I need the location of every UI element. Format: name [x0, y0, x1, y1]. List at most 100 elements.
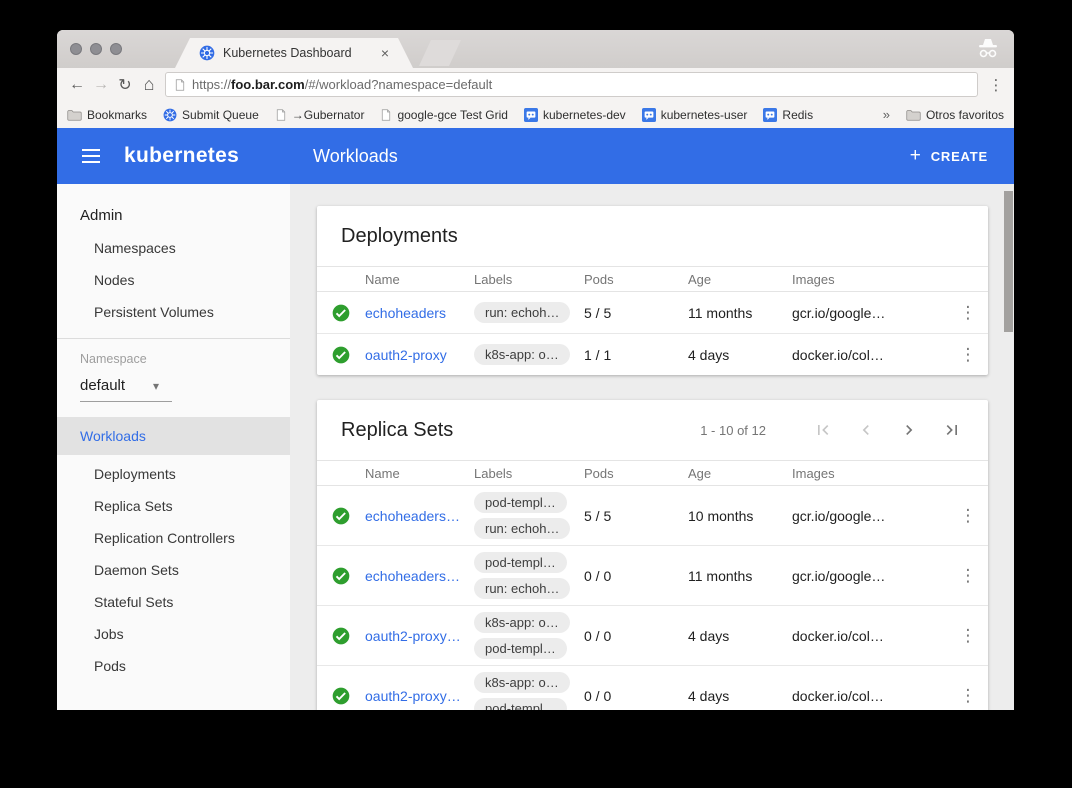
url-text: https://foo.bar.com/#/workload?namespace…: [192, 77, 492, 92]
forward-button[interactable]: →: [89, 76, 113, 94]
replica-sets-card: Replica Sets 1 - 10 of 12 Name Labels: [317, 400, 988, 710]
sidebar-item-replication-controllers[interactable]: Replication Controllers: [57, 522, 290, 554]
bookmark-item[interactable]: →Gubernator: [275, 108, 365, 122]
bookmark-item[interactable]: Redis: [763, 108, 813, 122]
previous-page-button[interactable]: [854, 418, 878, 442]
column-header-name: Name: [365, 466, 474, 481]
url-input[interactable]: https://foo.bar.com/#/workload?namespace…: [165, 72, 978, 97]
hamburger-menu-icon[interactable]: [82, 149, 100, 163]
tab-close-icon[interactable]: ×: [381, 45, 389, 61]
status-ok-icon: [331, 303, 351, 323]
resource-link[interactable]: oauth2-proxy: [365, 347, 474, 363]
sidebar-divider: [57, 338, 290, 339]
sidebar-item-pods[interactable]: Pods: [57, 650, 290, 682]
bookmark-item[interactable]: google-gce Test Grid: [380, 108, 508, 122]
status-ok-icon: [331, 626, 351, 646]
resource-link[interactable]: oauth2-proxy…: [365, 688, 474, 704]
label-chip: pod-templ…: [474, 552, 567, 573]
create-button[interactable]: + CREATE: [910, 145, 988, 167]
resource-link[interactable]: oauth2-proxy…: [365, 628, 474, 644]
bookmark-item[interactable]: Submit Queue: [163, 108, 259, 122]
page-icon: [174, 78, 186, 92]
age-cell: 11 months: [688, 568, 792, 584]
next-page-button[interactable]: [897, 418, 921, 442]
column-header-pods: Pods: [584, 272, 688, 287]
sidebar: Admin Namespaces Nodes Persistent Volume…: [57, 184, 290, 710]
status-ok-icon: [331, 506, 351, 526]
folder-icon: [906, 109, 921, 121]
replica-sets-table-header: Name Labels Pods Age Images: [317, 460, 988, 486]
app-logo[interactable]: kubernetes: [124, 144, 239, 168]
label-chip: run: echoh…: [474, 518, 570, 539]
resource-link[interactable]: echoheaders: [365, 305, 474, 321]
sidebar-item-replica-sets[interactable]: Replica Sets: [57, 490, 290, 522]
column-header-age: Age: [688, 272, 792, 287]
column-header-labels: Labels: [474, 272, 584, 287]
chevron-down-icon: ▾: [153, 379, 159, 393]
row-actions-icon[interactable]: ⋮: [960, 345, 977, 365]
pods-cell: 0 / 0: [584, 688, 688, 704]
first-page-icon: [813, 420, 833, 440]
minimize-window-button[interactable]: [90, 43, 102, 55]
sidebar-item-admin[interactable]: Admin: [57, 200, 290, 232]
groups-icon: [524, 108, 538, 122]
browser-tab[interactable]: Kubernetes Dashboard ×: [175, 38, 413, 68]
bookmark-item[interactable]: kubernetes-dev: [524, 108, 626, 122]
sidebar-item-deployments[interactable]: Deployments: [57, 458, 290, 490]
sidebar-item-persistent-volumes[interactable]: Persistent Volumes: [57, 296, 290, 328]
namespace-underline: [80, 401, 172, 402]
sidebar-item-workloads[interactable]: Workloads: [57, 417, 290, 455]
status-ok-icon: [331, 566, 351, 586]
sidebar-item-stateful-sets[interactable]: Stateful Sets: [57, 586, 290, 618]
bookmark-item[interactable]: Bookmarks: [67, 108, 147, 122]
row-actions-icon[interactable]: ⋮: [960, 303, 977, 323]
sidebar-item-nodes[interactable]: Nodes: [57, 264, 290, 296]
last-page-button[interactable]: [940, 418, 964, 442]
table-row: echoheaders… pod-templ… run: echoh… 5 / …: [317, 486, 988, 545]
browser-window: Kubernetes Dashboard × ← → ↻ ⌂: [57, 30, 1014, 710]
status-ok-icon: [331, 686, 351, 706]
browser-menu-button[interactable]: ⋮: [986, 76, 1006, 94]
resource-link[interactable]: echoheaders…: [365, 568, 474, 584]
home-button[interactable]: ⌂: [137, 74, 161, 95]
first-page-button[interactable]: [811, 418, 835, 442]
row-actions-icon[interactable]: ⋮: [960, 686, 977, 706]
age-cell: 4 days: [688, 628, 792, 644]
column-header-images: Images: [792, 272, 948, 287]
sidebar-item-daemon-sets[interactable]: Daemon Sets: [57, 554, 290, 586]
pods-cell: 0 / 0: [584, 568, 688, 584]
scrollbar-thumb[interactable]: [1004, 191, 1013, 332]
zoom-window-button[interactable]: [110, 43, 122, 55]
row-actions-icon[interactable]: ⋮: [960, 506, 977, 526]
deployments-table-header: Name Labels Pods Age Images: [317, 266, 988, 292]
back-button[interactable]: ←: [65, 76, 89, 94]
sidebar-item-namespaces[interactable]: Namespaces: [57, 232, 290, 264]
card-title: Deployments: [341, 225, 458, 248]
bookmark-item[interactable]: kubernetes-user: [642, 108, 748, 122]
close-window-button[interactable]: [70, 43, 82, 55]
chevron-left-icon: [856, 420, 876, 440]
namespace-label: Namespace: [57, 352, 290, 366]
label-chip: pod-templ…: [474, 638, 567, 659]
bookmarks-overflow-icon[interactable]: »: [883, 107, 890, 122]
age-cell: 4 days: [688, 347, 792, 363]
deployments-card: Deployments Name Labels Pods Age Images …: [317, 206, 988, 375]
plus-icon: +: [910, 145, 922, 167]
reload-button[interactable]: ↻: [113, 75, 137, 95]
status-ok-icon: [331, 345, 351, 365]
new-tab-button[interactable]: [419, 40, 461, 66]
row-actions-icon[interactable]: ⋮: [960, 566, 977, 586]
sidebar-item-jobs[interactable]: Jobs: [57, 618, 290, 650]
pagination: 1 - 10 of 12: [700, 418, 964, 442]
resource-link[interactable]: echoheaders…: [365, 508, 474, 524]
namespace-select[interactable]: default ▾: [57, 377, 290, 394]
column-header-age: Age: [688, 466, 792, 481]
row-actions-icon[interactable]: ⋮: [960, 626, 977, 646]
images-cell: docker.io/col…: [792, 688, 948, 704]
screenshot-stage: Kubernetes Dashboard × ← → ↻ ⌂: [0, 0, 1072, 788]
chevron-right-icon: [899, 420, 919, 440]
bookmark-folder-otros[interactable]: Otros favoritos: [906, 108, 1004, 122]
table-row: echoheaders run: echoh… 5 / 5 11 months …: [317, 292, 988, 333]
tab-title: Kubernetes Dashboard: [223, 46, 373, 60]
tab-strip: Kubernetes Dashboard ×: [57, 30, 1014, 68]
